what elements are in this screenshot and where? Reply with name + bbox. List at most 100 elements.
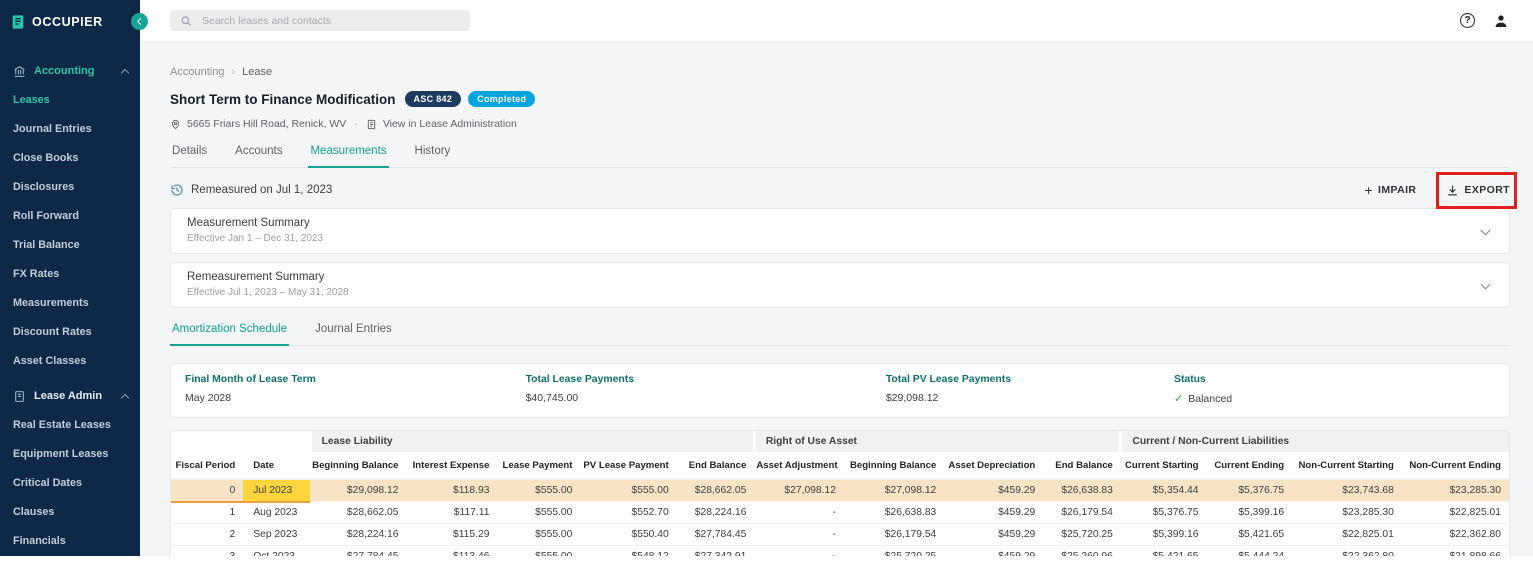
sidebar-item-close-books[interactable]: Close Books: [0, 144, 140, 173]
column-group-right-of-use-asset: Right of Use Asset: [752, 431, 1121, 452]
stat-total-pv-lease-payments: Total PV Lease Payments $29,098.12: [886, 374, 1174, 405]
column-header-non-current-ending-14[interactable]: Non-Current Ending: [1401, 452, 1509, 480]
table-cell-r1-c9: $459.29: [944, 501, 1044, 524]
column-header-end-balance-6[interactable]: End Balance: [676, 452, 755, 480]
tab-accounts[interactable]: Accounts: [233, 145, 284, 167]
address-row: 5665 Friars Hill Road, Renick, WV · View…: [170, 118, 1510, 130]
sidebar-item-discount-rates[interactable]: Discount Rates: [0, 318, 140, 347]
table-cell-r1-c6: $28,224.16: [676, 501, 755, 524]
sidebar-item-financials[interactable]: Financials: [0, 527, 140, 556]
table-cell-r3-c13: $22,362.80: [1292, 545, 1402, 556]
sidebar-item-measurements[interactable]: Measurements: [0, 289, 140, 318]
tab-history[interactable]: History: [413, 145, 453, 167]
table-row-3[interactable]: 3Oct 2023$27,784.45$113.46$555.00$548.12…: [171, 545, 1509, 556]
column-header-current-starting-11[interactable]: Current Starting: [1120, 452, 1207, 480]
column-header-fiscal-period-0[interactable]: Fiscal Period: [171, 452, 244, 480]
sidebar-item-clauses[interactable]: Clauses: [0, 498, 140, 527]
table-cell-r3-c10: $25,260.96: [1043, 545, 1121, 556]
subtab-amortization-schedule[interactable]: Amortization Schedule: [170, 323, 290, 346]
impair-button[interactable]: + IMPAIR: [1364, 182, 1416, 198]
column-group-lease-liability: Lease Liability: [308, 431, 755, 452]
table-cell-r3-c3: $113.46: [406, 545, 498, 556]
table-cell-r0-c1: Jul 2023: [243, 479, 311, 503]
column-header-beginning-balance-2[interactable]: Beginning Balance: [310, 452, 407, 480]
tab-details[interactable]: Details: [170, 145, 209, 167]
column-header-end-balance-10[interactable]: End Balance: [1043, 452, 1121, 480]
sidebar: OCCUPIER Accounting Leases Journal Entries…: [0, 0, 148, 556]
sidebar-item-critical-dates[interactable]: Critical Dates: [0, 469, 140, 498]
remeasured-text: Remeasured on Jul 1, 2023: [191, 184, 333, 196]
table-cell-r0-c6: $28,662.05: [676, 479, 755, 502]
table-cell-r2-c13: $22,825.01: [1292, 523, 1402, 546]
chevron-down-icon[interactable]: [1480, 225, 1491, 236]
stat-label: Final Month of Lease Term: [185, 374, 316, 385]
table-cell-r1-c11: $5,376.75: [1120, 501, 1207, 524]
table-cell-r2-c14: $22,362.80: [1401, 523, 1509, 546]
plus-icon: +: [1364, 182, 1374, 198]
column-header-date-1[interactable]: Date: [243, 452, 311, 480]
table-cell-r3-c1: Oct 2023: [243, 545, 311, 556]
logo: OCCUPIER: [0, 0, 140, 44]
subtab-journal-entries[interactable]: Journal Entries: [313, 323, 394, 345]
user-icon[interactable]: [1493, 13, 1509, 29]
table-cell-r1-c2: $28,662.05: [310, 501, 407, 524]
sidebar-item-asset-classes[interactable]: Asset Classes: [0, 347, 140, 376]
remeasured-status: Remeasured on Jul 1, 2023: [170, 183, 332, 197]
breadcrumb-lease[interactable]: Lease: [242, 66, 272, 78]
sidebar-item-leases[interactable]: Leases: [0, 86, 140, 115]
stat-label: Total PV Lease Payments: [885, 374, 1011, 385]
sidebar-item-journal-entries[interactable]: Journal Entries: [0, 115, 140, 144]
help-icon[interactable]: ?: [1460, 13, 1475, 28]
sidebar-item-trial-balance[interactable]: Trial Balance: [0, 231, 140, 260]
search-box[interactable]: [170, 10, 470, 31]
view-in-lease-admin-link[interactable]: View in Lease Administration: [383, 118, 517, 130]
table-cell-r2-c7: -: [754, 523, 844, 546]
column-header-non-current-starting-13[interactable]: Non-Current Starting: [1292, 452, 1402, 480]
table-cell-r1-c4: $555.00: [497, 501, 581, 524]
sidebar-collapse-button[interactable]: [131, 13, 148, 30]
sidebar-item-fx-rates[interactable]: FX Rates: [0, 260, 140, 289]
sidebar-item-real-estate-leases[interactable]: Real Estate Leases: [0, 411, 140, 440]
table-cell-r2-c0: 2: [171, 523, 244, 546]
column-header-asset-depreciation-9[interactable]: Asset Depreciation: [944, 452, 1044, 480]
column-header-pv-lease-payment-5[interactable]: PV Lease Payment: [580, 452, 677, 480]
tab-measurements[interactable]: Measurements: [308, 145, 389, 168]
sidebar-item-equipment-leases[interactable]: Equipment Leases: [0, 440, 140, 469]
export-button-wrap: EXPORT: [1436, 171, 1517, 209]
table-row-0[interactable]: 0 Jul 2023 $29,098.12 $118.93 $555.00 $555.00…: [171, 479, 1509, 503]
table-cell-r3-c9: $459.29: [944, 545, 1044, 556]
sidebar-item-disclosures[interactable]: Disclosures: [0, 173, 140, 202]
table-cell-r2-c6: $27,784.45: [676, 523, 755, 546]
table-cell-r0-c13: $23,743.68: [1292, 479, 1402, 502]
table-cell-r1-c1: Aug 2023: [243, 501, 311, 524]
badge-completed: Completed: [468, 91, 536, 107]
table-cell-r3-c14: $21,898.66: [1401, 545, 1509, 556]
column-header-asset-adjustment-7[interactable]: Asset Adjustment: [754, 452, 844, 480]
table-cell-r3-c0: 3: [171, 545, 244, 556]
column-header-beginning-balance-8[interactable]: Beginning Balance: [843, 452, 945, 480]
summary-card-title: Remeasurement Summary: [187, 271, 325, 283]
export-button[interactable]: EXPORT: [1446, 184, 1510, 197]
sidebar-item-roll-forward[interactable]: Roll Forward: [0, 202, 140, 231]
chevron-down-icon[interactable]: [1480, 279, 1491, 290]
breadcrumb: Accounting › Lease: [170, 66, 1510, 78]
column-header-lease-payment-4[interactable]: Lease Payment: [497, 452, 581, 480]
chevron-left-icon: [136, 17, 145, 26]
sidebar-section-accounting[interactable]: Accounting: [0, 56, 140, 86]
table-row-1[interactable]: 1 Aug 2023 $28,662.05 $117.11 $555.00 $552.70…: [171, 501, 1509, 524]
toolbar: Remeasured on Jul 1, 2023 + IMPAIR EXPOR…: [170, 171, 1517, 209]
search-input[interactable]: [200, 13, 460, 28]
summary-card-measurement-summary[interactable]: Measurement Summary Effective Jan 1 – Dec…: [170, 208, 1510, 254]
summary-card-remeasurement-summary[interactable]: Remeasurement Summary Effective Jul 1, 20…: [170, 262, 1510, 308]
table-row-2[interactable]: 2 Sep 2023 $28,224.16 $115.29 $555.00 $550.40…: [171, 523, 1509, 546]
summary-card-text: Remeasurement Summary Effective Jul 1, 20…: [187, 271, 349, 298]
summary-card-subtitle: Effective Jan 1 – Dec 31, 2023: [187, 233, 324, 244]
sidebar-section-label: Lease Admin: [34, 390, 103, 402]
column-header-current-ending-12[interactable]: Current Ending: [1206, 452, 1293, 480]
stat-value-text: Balanced: [1188, 392, 1233, 405]
sidebar-section-lease-admin[interactable]: Lease Admin: [0, 381, 140, 411]
breadcrumb-accounting[interactable]: Accounting: [170, 66, 224, 78]
table-cell-r1-c13: $23,285.30: [1292, 501, 1402, 524]
column-header-interest-expense-3[interactable]: Interest Expense: [406, 452, 498, 480]
table-cell-r0-c10: $26,638.83: [1043, 479, 1121, 502]
